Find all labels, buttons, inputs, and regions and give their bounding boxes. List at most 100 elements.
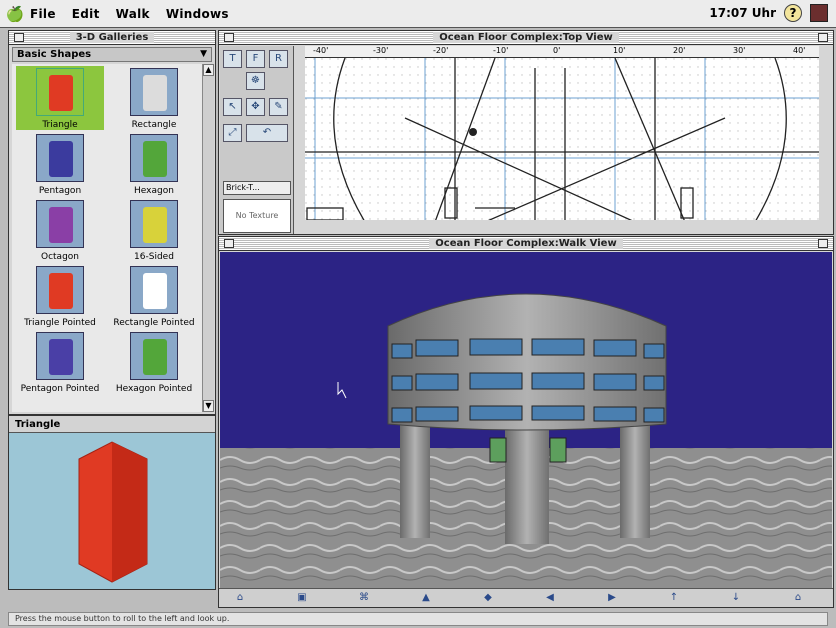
- shape-swatch-icon: [49, 273, 73, 309]
- walk-nav-button-icon[interactable]: ◀: [541, 592, 559, 605]
- zoom-box-icon[interactable]: [818, 33, 828, 42]
- gallery-shape-item[interactable]: Octagon: [16, 198, 104, 262]
- texture-preview[interactable]: No Texture: [223, 199, 291, 233]
- shape-swatch-icon: [49, 207, 73, 243]
- shape-swatch-icon: [49, 141, 73, 177]
- walk-view-window: Ocean Floor Complex:Walk View ⌂ ▣ ⌘ ▲ ◆ …: [218, 236, 834, 608]
- shape-label: Pentagon Pointed: [20, 384, 100, 394]
- close-box-icon[interactable]: [14, 33, 24, 42]
- ruler-label: 10': [613, 46, 626, 55]
- gallery-category-label: Basic Shapes: [17, 49, 92, 60]
- floor-plan-drawing: [305, 58, 819, 220]
- shape-label: Rectangle: [131, 120, 177, 130]
- shape-label: Rectangle Pointed: [113, 318, 195, 328]
- shape-swatch-icon: [143, 273, 167, 309]
- menu-edit[interactable]: Edit: [72, 7, 100, 21]
- walk-nav-button-icon[interactable]: ↑: [665, 592, 683, 605]
- walk-nav-button-icon[interactable]: ▲: [417, 592, 435, 605]
- gallery-shape-item[interactable]: Hexagon Pointed: [110, 330, 198, 394]
- gallery-shape-item[interactable]: Pentagon Pointed: [16, 330, 104, 394]
- shape-thumbnail: [36, 266, 84, 314]
- walk-tool-icon[interactable]: ☸: [246, 72, 265, 90]
- walk-nav-button-icon[interactable]: ↓: [727, 592, 745, 605]
- ocean-floor-render: [220, 252, 832, 588]
- walk-nav-button-icon[interactable]: ⌂: [231, 592, 249, 605]
- draw-tool-icon[interactable]: ✎: [269, 98, 288, 116]
- walk-nav-button-icon[interactable]: ⌂: [789, 592, 807, 605]
- shape-label: Pentagon: [38, 186, 82, 196]
- top-view-title-bar[interactable]: Ocean Floor Complex:Top View: [219, 31, 833, 45]
- scroll-down-arrow-icon[interactable]: ▼: [203, 400, 214, 412]
- application-icon[interactable]: [810, 4, 828, 22]
- shape-grid: Triangle Rectangle Pentagon Hexagon Octagon 1…: [12, 64, 202, 412]
- walk-nav-button-icon[interactable]: ▣: [293, 592, 311, 605]
- camera-position-marker: [469, 128, 477, 136]
- shape-thumbnail: [130, 200, 178, 248]
- pod-window: [549, 437, 567, 463]
- walk-nav-button-icon[interactable]: ⌘: [355, 592, 373, 605]
- menu-extras: 17:07 Uhr ?: [709, 4, 828, 22]
- rotate-tool-icon[interactable]: ↶: [246, 124, 288, 142]
- shape-label: Hexagon: [134, 186, 174, 196]
- preview-prism-side: [112, 442, 147, 582]
- shape-label: Triangle Pointed: [24, 318, 96, 328]
- gallery-category-dropdown[interactable]: Basic Shapes ▼: [12, 47, 212, 62]
- ruler-label: -30': [373, 46, 389, 55]
- texture-dropdown[interactable]: Brick-T...: [223, 181, 291, 195]
- walk-nav-button-icon[interactable]: ▶: [603, 592, 621, 605]
- preview-title: Triangle: [9, 416, 215, 433]
- shape-thumbnail: [130, 266, 178, 314]
- status-bar: Press the mouse button to roll to the le…: [8, 612, 828, 626]
- top-view-window: Ocean Floor Complex:Top View T F R ☸ ↖ ✥…: [218, 30, 834, 235]
- walk-view-title: Ocean Floor Complex:Walk View: [429, 238, 623, 249]
- gallery-shape-item[interactable]: Triangle: [16, 66, 104, 130]
- gallery-shape-item[interactable]: Triangle Pointed: [16, 264, 104, 328]
- ruler-label: 40': [793, 46, 806, 55]
- pointer-tool-icon[interactable]: ↖: [223, 98, 242, 116]
- top-view-tool-icon[interactable]: T: [223, 50, 242, 68]
- gallery-shape-item[interactable]: Rectangle: [110, 66, 198, 130]
- shape-label: Hexagon Pointed: [115, 384, 193, 394]
- ruler-label: 20': [673, 46, 686, 55]
- gallery-shape-item[interactable]: Hexagon: [110, 132, 198, 196]
- gallery-shape-item[interactable]: Pentagon: [16, 132, 104, 196]
- shape-swatch-icon: [49, 75, 73, 111]
- menu-windows[interactable]: Windows: [166, 7, 229, 21]
- menu-file[interactable]: File: [30, 7, 56, 21]
- close-box-icon[interactable]: [224, 239, 234, 248]
- shape-label: Octagon: [41, 252, 79, 262]
- ruler-label: 0': [553, 46, 561, 55]
- help-icon[interactable]: ?: [784, 4, 802, 22]
- clock[interactable]: 17:07 Uhr: [709, 6, 776, 20]
- shape-thumbnail: [36, 200, 84, 248]
- close-box-icon[interactable]: [224, 33, 234, 42]
- walk-nav-button-icon[interactable]: ◆: [479, 592, 497, 605]
- top-view-title: Ocean Floor Complex:Top View: [433, 32, 619, 43]
- walk-view-title-bar[interactable]: Ocean Floor Complex:Walk View: [219, 237, 833, 251]
- zoom-box-icon[interactable]: [818, 239, 828, 248]
- 3d-scene-viewport[interactable]: [220, 252, 832, 588]
- tool-palette: T F R ☸ ↖ ✥ ✎ ⤢ ↶ Brick-T... No Texture: [220, 46, 294, 234]
- horizontal-ruler: -40' -30' -20' -10' 0' 10' 20' 30' 40': [305, 46, 819, 58]
- preview-shape-image[interactable]: [9, 434, 215, 589]
- move-tool-icon[interactable]: ✥: [246, 98, 265, 116]
- shape-swatch-icon: [49, 339, 73, 375]
- shape-swatch-icon: [143, 207, 167, 243]
- ruler-label: 30': [733, 46, 746, 55]
- floor-plan-canvas[interactable]: [305, 58, 819, 220]
- chevron-down-icon: ▼: [200, 49, 207, 59]
- front-view-tool-icon[interactable]: F: [246, 50, 265, 68]
- ruler-label: -40': [313, 46, 329, 55]
- ruler-label: -20': [433, 46, 449, 55]
- apple-menu-icon[interactable]: 🍏: [0, 5, 30, 23]
- gallery-scrollbar[interactable]: ▲ ▼: [202, 64, 214, 412]
- gallery-shape-item[interactable]: 16-Sided: [110, 198, 198, 262]
- scroll-up-arrow-icon[interactable]: ▲: [203, 64, 214, 76]
- menu-walk[interactable]: Walk: [116, 7, 150, 21]
- texture-dropdown-label: Brick-T...: [226, 183, 260, 192]
- resize-tool-icon[interactable]: ⤢: [223, 124, 242, 142]
- right-view-tool-icon[interactable]: R: [269, 50, 288, 68]
- galleries-title-bar[interactable]: 3-D Galleries: [9, 31, 215, 45]
- gallery-shape-item[interactable]: Rectangle Pointed: [110, 264, 198, 328]
- shape-thumbnail: [130, 68, 178, 116]
